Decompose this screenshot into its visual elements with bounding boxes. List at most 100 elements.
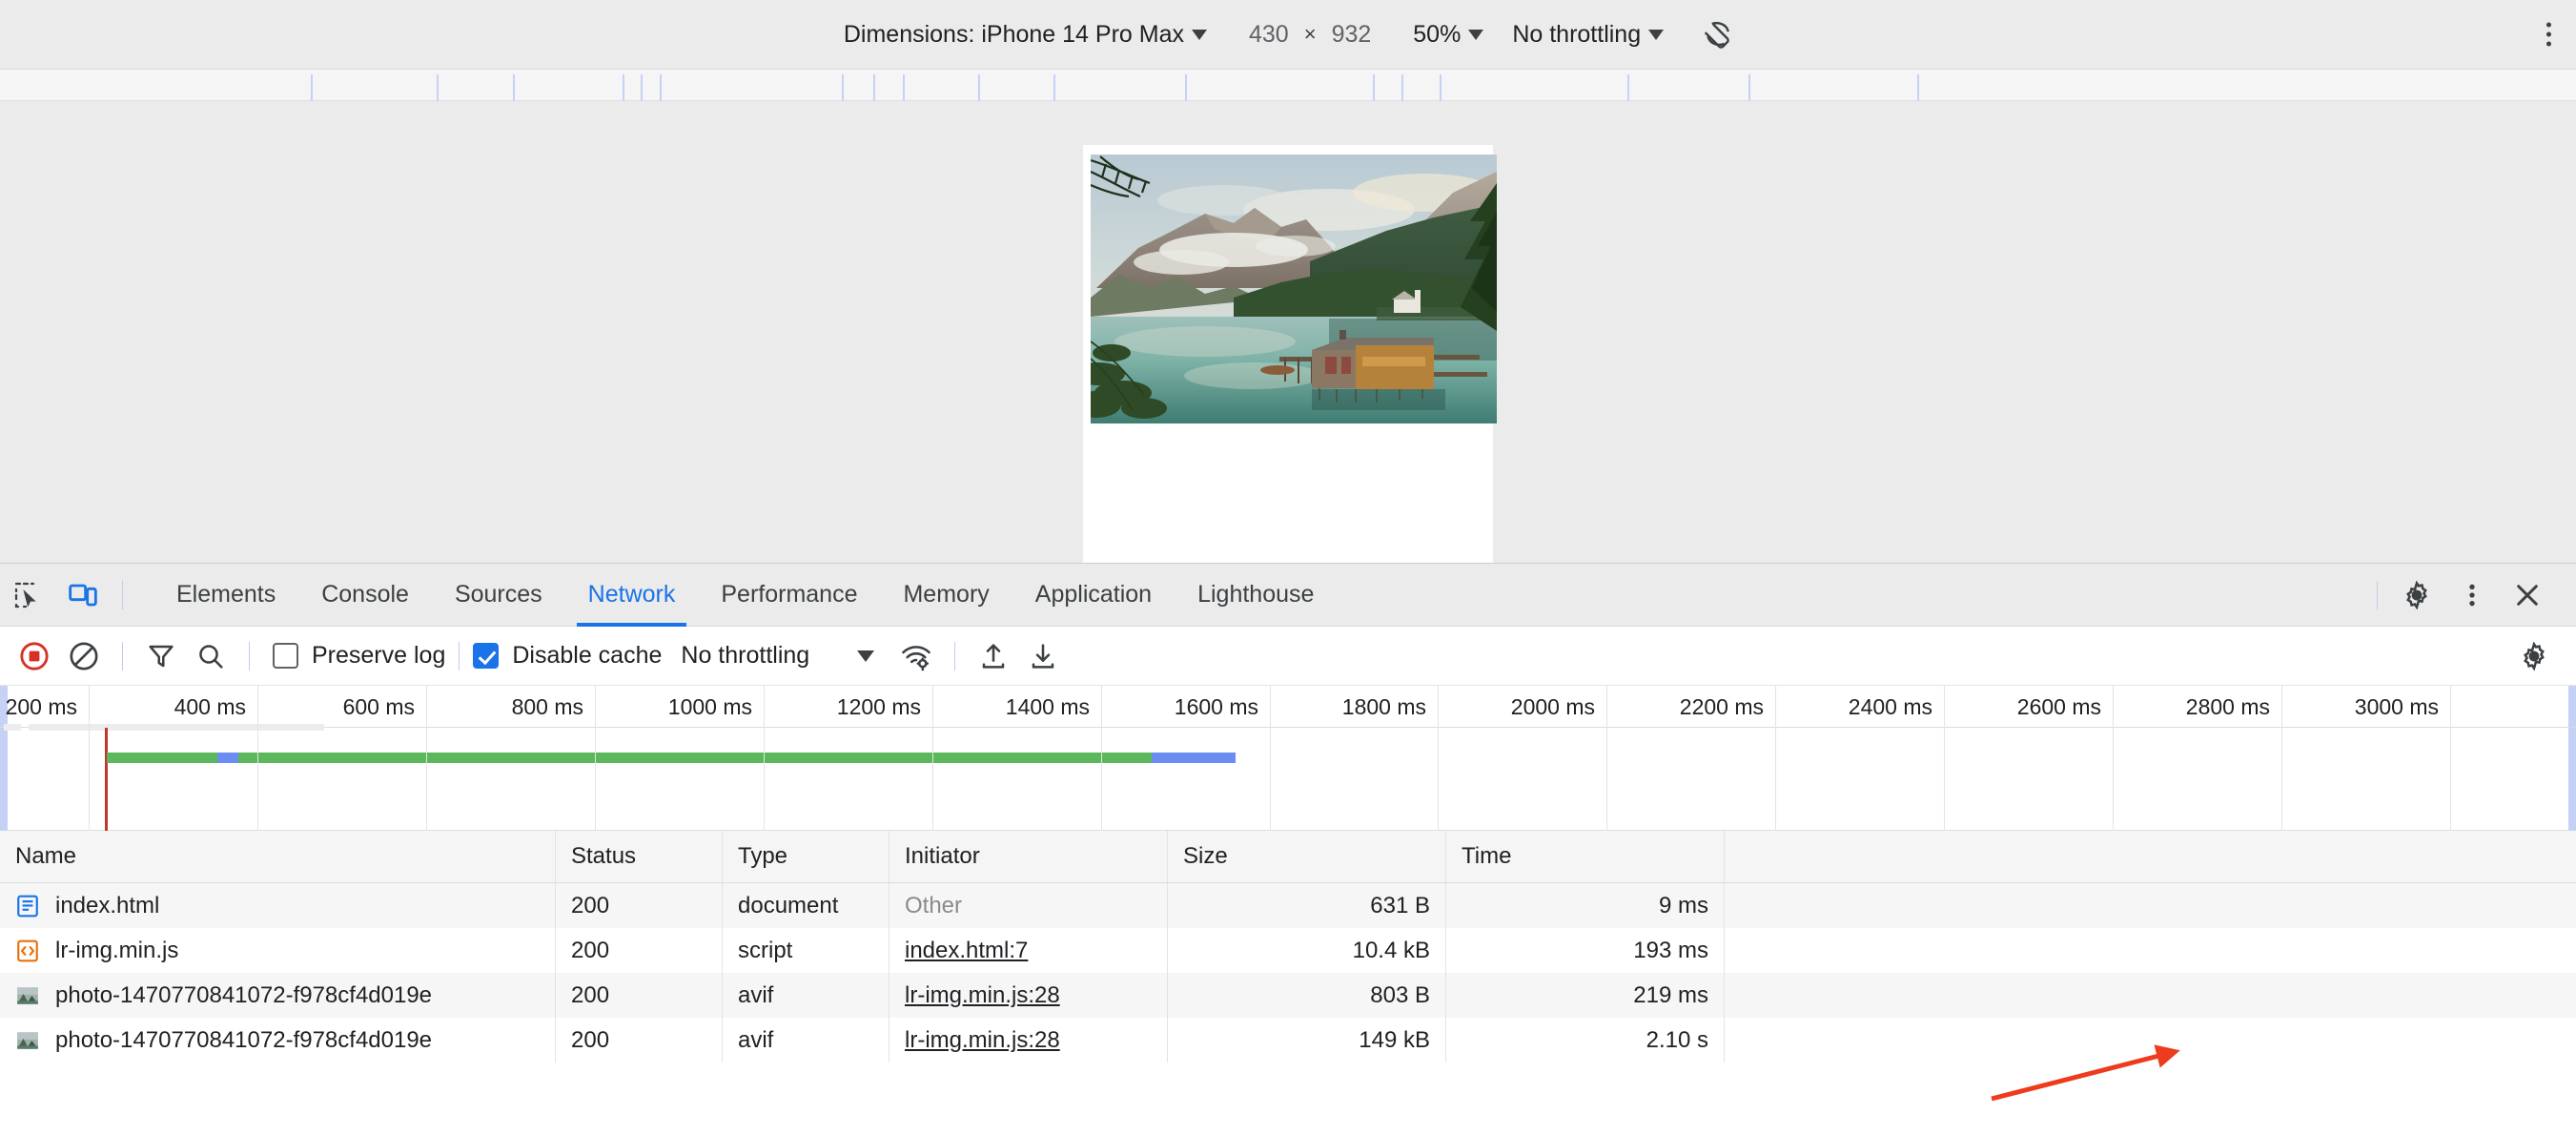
overview-tick-label: 1000 ms — [668, 694, 764, 720]
ruler-breakpoint-tick[interactable] — [842, 74, 844, 101]
settings-gear-icon[interactable] — [2509, 631, 2559, 681]
table-row[interactable]: index.html200documentOther631 B9 ms — [0, 883, 2576, 928]
network-overview-timeline[interactable]: 200 ms400 ms600 ms800 ms1000 ms1200 ms14… — [0, 686, 2576, 831]
table-row[interactable]: photo-1470770841072-f978cf4d019e200avifl… — [0, 973, 2576, 1018]
overview-gridline — [1438, 686, 1439, 831]
ruler-breakpoint-tick[interactable] — [311, 74, 313, 101]
devtools-tabbar-actions — [2365, 564, 2576, 627]
column-header-time[interactable]: Time — [1446, 831, 1725, 882]
inspect-element-icon[interactable] — [0, 564, 55, 627]
cell-initiator-label[interactable]: index.html:7 — [905, 938, 1028, 964]
tab-label: Sources — [455, 581, 542, 609]
ruler-breakpoint-tick[interactable] — [623, 74, 624, 101]
tab-label: Elements — [176, 581, 276, 609]
network-throttling-select[interactable]: No throttling — [681, 642, 874, 670]
close-icon[interactable] — [2500, 564, 2555, 627]
cell-time: 219 ms — [1446, 973, 1725, 1018]
tab-application[interactable]: Application — [1012, 564, 1175, 627]
tab-memory[interactable]: Memory — [880, 564, 1012, 627]
disable-cache-checkbox[interactable]: Disable cache — [473, 642, 662, 670]
column-header-size[interactable]: Size — [1168, 831, 1446, 882]
device-toolbar-more-button[interactable] — [2546, 23, 2551, 47]
ruler-breakpoint-tick[interactable] — [903, 74, 905, 101]
ruler-breakpoint-tick[interactable] — [1053, 74, 1055, 101]
overview-gridline — [257, 686, 258, 831]
viewport-width-input[interactable]: 430 — [1249, 21, 1289, 49]
table-row[interactable]: photo-1470770841072-f978cf4d019e200avifl… — [0, 1018, 2576, 1063]
zoom-select[interactable]: 50% — [1413, 21, 1483, 49]
import-har-icon[interactable] — [969, 631, 1018, 681]
cell-type: avif — [723, 973, 889, 1018]
tab-sources[interactable]: Sources — [432, 564, 565, 627]
ruler-breakpoint-tick[interactable] — [1917, 74, 1919, 101]
ruler-breakpoint-tick[interactable] — [1440, 74, 1441, 101]
ruler-breakpoint-tick[interactable] — [1401, 74, 1403, 101]
tab-console[interactable]: Console — [298, 564, 432, 627]
device-viewport[interactable] — [1083, 145, 1493, 563]
column-header-name[interactable]: Name — [0, 831, 556, 882]
cell-initiator[interactable]: lr-img.min.js:28 — [889, 973, 1168, 1018]
cell-status: 200 — [556, 928, 723, 973]
tab-performance[interactable]: Performance — [698, 564, 880, 627]
ruler-breakpoint-tick[interactable] — [660, 74, 662, 101]
overview-right-handle[interactable] — [2568, 686, 2576, 831]
devtools-tab-list: Elements Console Sources NetworkPerformance… — [153, 564, 1337, 627]
overview-faint-bar — [29, 724, 324, 731]
chevron-down-icon — [1192, 30, 1207, 40]
ruler-breakpoint-tick[interactable] — [978, 74, 980, 101]
settings-gear-icon[interactable] — [2389, 564, 2444, 627]
cell-initiator[interactable]: lr-img.min.js:28 — [889, 1018, 1168, 1063]
devtools-more-button[interactable] — [2444, 564, 2500, 627]
ruler-breakpoint-tick[interactable] — [873, 74, 875, 101]
export-har-icon[interactable] — [1018, 631, 1068, 681]
ruler-breakpoint-tick[interactable] — [641, 74, 643, 101]
table-row[interactable]: lr-img.min.js200scriptindex.html:710.4 k… — [0, 928, 2576, 973]
table-body: index.html200documentOther631 B9 ms lr-im… — [0, 883, 2576, 1063]
dom-content-loaded-marker — [105, 728, 108, 831]
preserve-log-checkbox[interactable]: Preserve log — [273, 642, 445, 670]
tab-elements[interactable]: Elements — [153, 564, 298, 627]
search-icon[interactable] — [186, 631, 235, 681]
checkbox-box — [273, 643, 298, 669]
cell-name[interactable]: lr-img.min.js — [0, 928, 556, 973]
column-header-waterfall[interactable] — [1725, 831, 2576, 882]
tab-lighthouse[interactable]: Lighthouse — [1175, 564, 1337, 627]
device-dimensions-select[interactable]: Dimensions: iPhone 14 Pro Max — [844, 21, 1207, 49]
overview-tick-label: 1400 ms — [1006, 694, 1101, 720]
cell-initiator[interactable]: Other — [889, 883, 1168, 928]
cell-initiator-label[interactable]: lr-img.min.js:28 — [905, 1027, 1060, 1054]
ruler-breakpoint-tick[interactable] — [1373, 74, 1375, 101]
ruler-breakpoint-tick[interactable] — [1748, 74, 1750, 101]
toggle-device-toolbar-icon[interactable] — [55, 564, 111, 627]
cell-initiator[interactable]: index.html:7 — [889, 928, 1168, 973]
cell-name[interactable]: photo-1470770841072-f978cf4d019e — [0, 1018, 556, 1063]
column-header-status[interactable]: Status — [556, 831, 723, 882]
ruler-breakpoint-tick[interactable] — [513, 74, 515, 101]
column-header-type[interactable]: Type — [723, 831, 889, 882]
toolbar-divider — [459, 642, 460, 671]
viewport-height-input[interactable]: 932 — [1332, 21, 1372, 49]
chevron-down-icon — [857, 650, 874, 662]
tab-network[interactable]: Network — [565, 564, 699, 627]
network-conditions-icon[interactable] — [891, 631, 941, 681]
overview-request-bar — [217, 753, 238, 763]
ruler-breakpoint-tick[interactable] — [1185, 74, 1187, 101]
cell-name[interactable]: index.html — [0, 883, 556, 928]
column-header-initiator[interactable]: Initiator — [889, 831, 1168, 882]
ruler-breakpoint-tick[interactable] — [437, 74, 439, 101]
ruler-breakpoint-tick[interactable] — [1627, 74, 1629, 101]
lake-photo — [1091, 155, 1497, 423]
cell-initiator-label[interactable]: Other — [905, 893, 962, 919]
request-name-label: lr-img.min.js — [55, 938, 178, 964]
toolbar-divider — [122, 581, 123, 609]
cell-name[interactable]: photo-1470770841072-f978cf4d019e — [0, 973, 556, 1018]
overview-gridline — [1944, 686, 1945, 831]
clear-icon[interactable] — [59, 631, 109, 681]
filter-funnel-icon[interactable] — [136, 631, 186, 681]
device-ruler[interactable] — [0, 70, 2576, 101]
overview-tick-label: 800 ms — [512, 694, 595, 720]
record-stop-icon[interactable] — [10, 631, 59, 681]
cell-initiator-label[interactable]: lr-img.min.js:28 — [905, 982, 1060, 1009]
rotate-icon[interactable] — [1700, 18, 1732, 51]
device-throttling-select[interactable]: No throttling — [1512, 21, 1664, 49]
